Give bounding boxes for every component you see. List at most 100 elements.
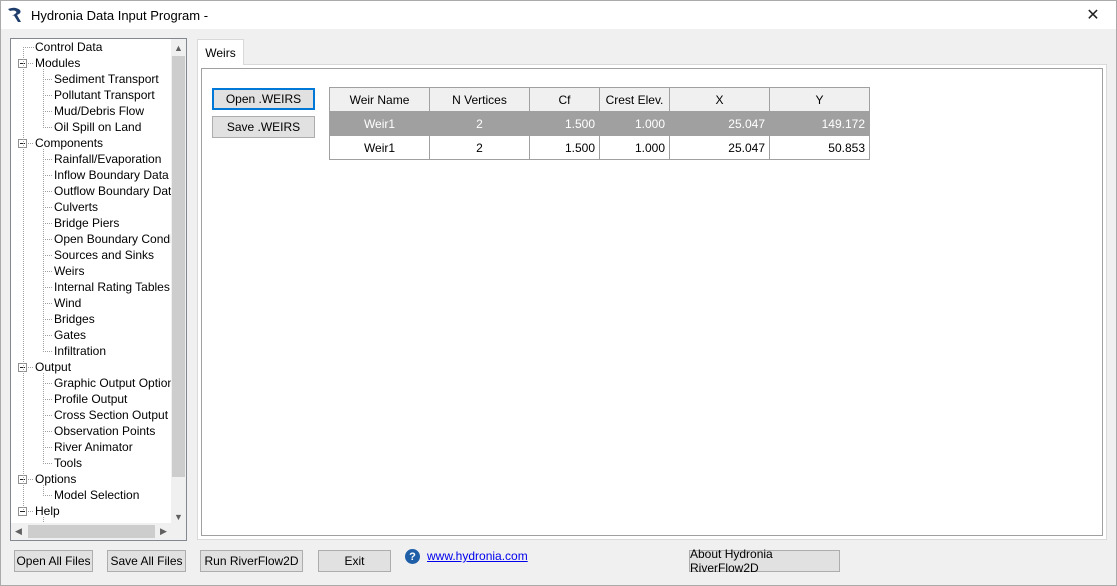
tree-connector bbox=[43, 431, 53, 432]
vertical-scroll-thumb[interactable] bbox=[172, 56, 185, 477]
tree-item-label: Wind bbox=[54, 296, 82, 310]
table-header-row: Weir Name N Vertices Cf Crest Elev. X Y bbox=[329, 87, 870, 112]
tree-item-label: Cross Section Output bbox=[54, 408, 169, 422]
help-icon[interactable]: ? bbox=[405, 549, 420, 564]
tree-connector bbox=[23, 47, 34, 48]
tree-item-label: Pollutant Transport bbox=[54, 88, 155, 102]
close-icon: ✕ bbox=[1086, 7, 1100, 24]
title-bar: Hydronia Data Input Program - ✕ bbox=[1, 1, 1116, 29]
tree-connector bbox=[43, 271, 53, 272]
tree-connector bbox=[43, 207, 53, 208]
tree-item-label: Graphic Output Options bbox=[54, 376, 173, 390]
tree-connector bbox=[28, 511, 34, 512]
cell-x[interactable]: 25.047 bbox=[669, 111, 770, 136]
tree-connector bbox=[43, 95, 53, 96]
tree-connector bbox=[43, 447, 53, 448]
tree-connector bbox=[43, 383, 53, 384]
cell-weir-name[interactable]: Weir1 bbox=[329, 111, 430, 136]
cell-x[interactable]: 25.047 bbox=[669, 135, 770, 160]
tree-connector bbox=[43, 463, 53, 464]
tree-item-label: Internal Rating Tables bbox=[54, 280, 170, 294]
tree-item-label: Tools bbox=[54, 456, 83, 470]
close-button[interactable]: ✕ bbox=[1070, 1, 1116, 29]
tree-item-label: Rainfall/Evaporation bbox=[54, 152, 162, 166]
horizontal-scroll-thumb[interactable] bbox=[28, 525, 155, 538]
cell-y[interactable]: 50.853 bbox=[769, 135, 870, 160]
column-header-crest-elev[interactable]: Crest Elev. bbox=[599, 87, 670, 112]
tree-connector bbox=[43, 485, 44, 495]
tree-item-label: Culverts bbox=[54, 200, 99, 214]
tree-item-label: Observation Points bbox=[54, 424, 156, 438]
navigation-tree[interactable]: Control Data Modules Sediment Transport Pol… bbox=[10, 38, 187, 541]
cell-crest-elev[interactable]: 1.000 bbox=[599, 135, 670, 160]
cell-cf[interactable]: 1.500 bbox=[529, 111, 600, 136]
tree-connector bbox=[43, 223, 53, 224]
app-logo-icon bbox=[8, 7, 21, 22]
scroll-left-arrow-icon[interactable]: ◀ bbox=[11, 523, 26, 540]
tree-item-label: Bridge Piers bbox=[54, 216, 120, 230]
tree-item-label: Open Boundary Conditions bbox=[54, 232, 173, 246]
tree-connector bbox=[43, 373, 44, 463]
tree-connector bbox=[23, 47, 24, 511]
tree-connector bbox=[43, 79, 53, 80]
tree-connector bbox=[43, 69, 44, 127]
tree-item-label: Inflow Boundary Data bbox=[54, 168, 169, 182]
save-all-files-button[interactable]: Save All Files bbox=[107, 550, 186, 572]
tree-item-label: Output bbox=[35, 360, 72, 374]
tree-connector bbox=[43, 335, 53, 336]
tree-horizontal-scrollbar[interactable]: ◀ ▶ bbox=[11, 523, 173, 540]
tree-connector bbox=[43, 149, 44, 351]
tree-item-label: Sediment Transport bbox=[54, 72, 159, 86]
tree-item-label: Options bbox=[35, 472, 77, 486]
scroll-right-arrow-icon[interactable]: ▶ bbox=[156, 523, 171, 540]
table-row[interactable]: Weir1 2 1.500 1.000 25.047 50.853 bbox=[329, 135, 870, 160]
save-weirs-button[interactable]: Save .WEIRS bbox=[212, 116, 315, 138]
tree-item-label: Infiltration bbox=[54, 344, 107, 358]
tree-connector bbox=[43, 255, 53, 256]
tree-item-label: Control Data bbox=[35, 40, 103, 54]
cell-y[interactable]: 149.172 bbox=[769, 111, 870, 136]
scrollbar-corner bbox=[171, 523, 186, 540]
tree-item-label: River Animator bbox=[54, 440, 133, 454]
open-weirs-button[interactable]: Open .WEIRS bbox=[212, 88, 315, 110]
cell-cf[interactable]: 1.500 bbox=[529, 135, 600, 160]
cell-crest-elev[interactable]: 1.000 bbox=[599, 111, 670, 136]
table-row[interactable]: Weir1 2 1.500 1.000 25.047 149.172 bbox=[329, 111, 870, 136]
cell-n-vertices[interactable]: 2 bbox=[429, 111, 530, 136]
column-header-weir-name[interactable]: Weir Name bbox=[329, 87, 430, 112]
tree-item-label: Gates bbox=[54, 328, 87, 342]
tree-connector bbox=[43, 239, 53, 240]
column-header-cf[interactable]: Cf bbox=[529, 87, 600, 112]
app-window: Hydronia Data Input Program - ✕ Control … bbox=[0, 0, 1117, 586]
tree-item-label: Profile Output bbox=[54, 392, 128, 406]
tree-connector bbox=[43, 415, 53, 416]
window-title: Hydronia Data Input Program - bbox=[31, 7, 209, 23]
open-all-files-button[interactable]: Open All Files bbox=[14, 550, 93, 572]
tree-connector bbox=[43, 351, 53, 352]
column-header-x[interactable]: X bbox=[669, 87, 770, 112]
column-header-y[interactable]: Y bbox=[769, 87, 870, 112]
scroll-up-arrow-icon[interactable]: ▲ bbox=[171, 39, 186, 56]
cell-n-vertices[interactable]: 2 bbox=[429, 135, 530, 160]
column-header-n-vertices[interactable]: N Vertices bbox=[429, 87, 530, 112]
tab-weirs[interactable]: Weirs bbox=[197, 39, 244, 65]
tree-item-label: Modules bbox=[35, 56, 81, 70]
tree-connector bbox=[28, 143, 34, 144]
tree-item-label: Weirs bbox=[54, 264, 85, 278]
run-riverflow2d-button[interactable]: Run RiverFlow2D bbox=[200, 550, 303, 572]
cell-weir-name[interactable]: Weir1 bbox=[329, 135, 430, 160]
tree-item-label: Model Selection bbox=[54, 488, 140, 502]
tree-connector bbox=[43, 191, 53, 192]
tree-item-label: Bridges bbox=[54, 312, 95, 326]
weirs-table[interactable]: Weir Name N Vertices Cf Crest Elev. X Y … bbox=[329, 87, 870, 160]
tree-connector bbox=[43, 399, 53, 400]
tree-item-label: Outflow Boundary Data bbox=[54, 184, 173, 198]
tree-connector bbox=[43, 319, 53, 320]
about-button[interactable]: About Hydronia RiverFlow2D bbox=[689, 547, 840, 575]
exit-button[interactable]: Exit bbox=[318, 550, 391, 572]
tree-vertical-scrollbar[interactable]: ▲ ▼ bbox=[171, 39, 186, 525]
tree-item-label: Help bbox=[35, 504, 60, 518]
hydronia-website-link[interactable]: www.hydronia.com bbox=[427, 549, 528, 563]
tree-connector bbox=[43, 159, 53, 160]
tree-connector bbox=[43, 303, 53, 304]
